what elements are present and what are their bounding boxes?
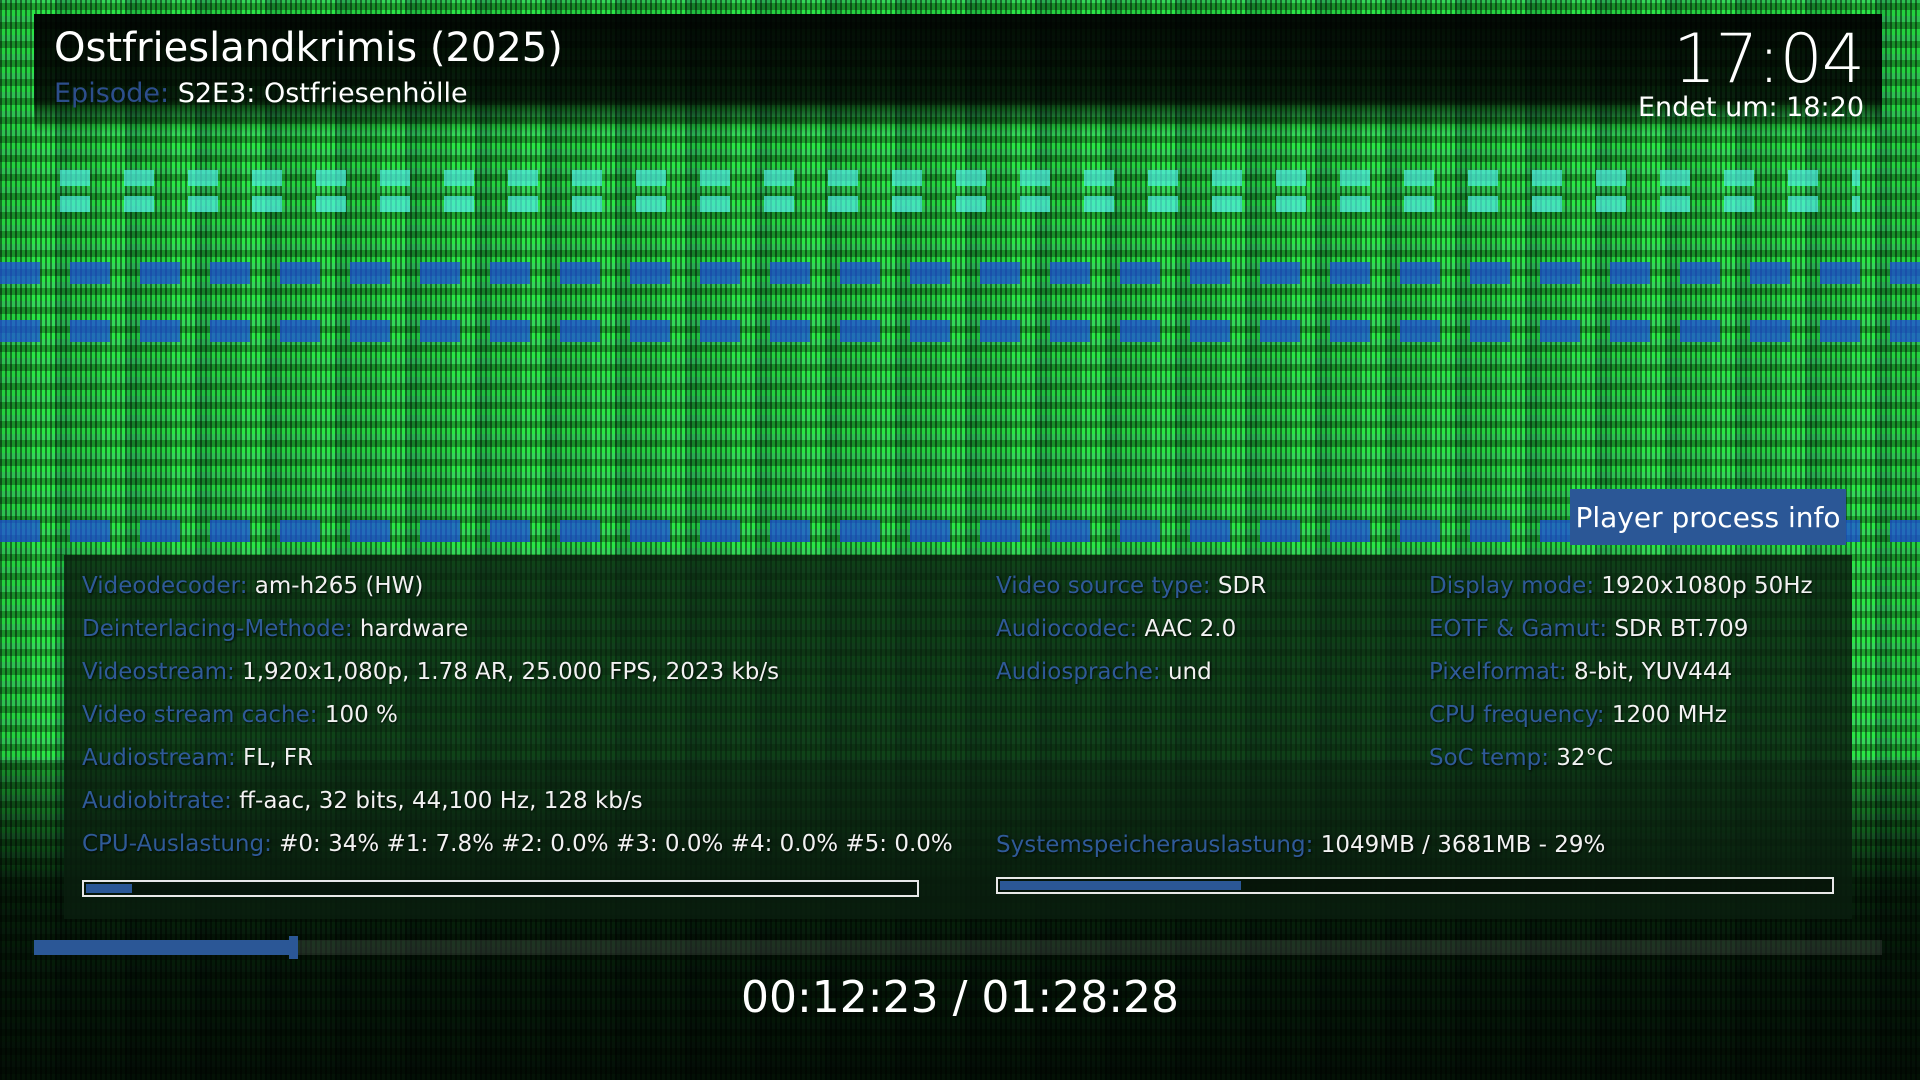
info-value: und (1167, 659, 1212, 685)
seek-bar-progress (34, 940, 293, 955)
episode-line: Episode: S2E3: Ostfriesenhölle (54, 78, 468, 109)
info-row-mid: Audiosprache: und (996, 659, 1212, 685)
player-process-info-title: Player process info (1570, 489, 1846, 545)
cpu-usage-fill (86, 884, 132, 893)
info-key: Display mode: (1429, 573, 1595, 599)
cpu-usage-bar (82, 880, 919, 897)
info-value: AAC 2.0 (1144, 616, 1237, 642)
memory-usage-key: Systemspeicherauslastung: (996, 832, 1314, 858)
info-key: Video source type: (996, 573, 1211, 599)
info-value: ff-aac, 32 bits, 44,100 Hz, 128 kb/s (239, 788, 643, 814)
info-header: Ostfrieslandkrimis (2025) Episode: S2E3:… (34, 14, 1882, 134)
info-key: Deinterlacing-Methode: (82, 616, 353, 642)
info-row-mid: Video source type: SDR (996, 573, 1266, 599)
info-key: Pixelformat: (1429, 659, 1567, 685)
episode-value: S2E3: Ostfriesenhölle (177, 78, 468, 109)
info-row-right: Display mode: 1920x1080p 50Hz (1429, 573, 1813, 599)
info-row-left: CPU-Auslastung: #0: 34% #1: 7.8% #2: 0.0… (82, 831, 953, 857)
playback-time: 00:12:23 / 01:28:28 (740, 972, 1180, 1023)
info-value: 1,920x1,080p, 1.78 AR, 25.000 FPS, 2023 … (242, 659, 780, 685)
memory-usage-value: 1049MB / 3681MB - 29% (1320, 832, 1606, 858)
info-value: FL, FR (243, 745, 313, 771)
memory-usage-fill (1000, 881, 1241, 890)
info-row-mid: Audiocodec: AAC 2.0 (996, 616, 1236, 642)
info-row-right: CPU frequency: 1200 MHz (1429, 702, 1727, 728)
clock: 17:04 (1673, 20, 1865, 99)
info-key: Video stream cache: (82, 702, 318, 728)
memory-usage-row: Systemspeicherauslastung: 1049MB / 3681M… (996, 832, 1605, 858)
info-value: 100 % (324, 702, 398, 728)
info-key: Audiosprache: (996, 659, 1161, 685)
info-row-left: Audiobitrate: ff-aac, 32 bits, 44,100 Hz… (82, 788, 643, 814)
info-value: SDR BT.709 (1614, 616, 1749, 642)
info-key: Videodecoder: (82, 573, 248, 599)
info-key: Audiocodec: (996, 616, 1138, 642)
info-key: EOTF & Gamut: (1429, 616, 1608, 642)
info-row-left: Video stream cache: 100 % (82, 702, 398, 728)
info-row-left: Audiostream: FL, FR (82, 745, 313, 771)
episode-label: Episode: (54, 78, 170, 109)
info-row-left: Videostream: 1,920x1,080p, 1.78 AR, 25.0… (82, 659, 779, 685)
info-row-right: EOTF & Gamut: SDR BT.709 (1429, 616, 1748, 642)
info-row-right: Pixelformat: 8-bit, YUV444 (1429, 659, 1732, 685)
info-key: Videostream: (82, 659, 235, 685)
info-value: am-h265 (HW) (254, 573, 424, 599)
info-value: 1920x1080p 50Hz (1601, 573, 1813, 599)
info-value: 32°C (1556, 745, 1614, 771)
info-value: #0: 34% #1: 7.8% #2: 0.0% #3: 0.0% #4: 0… (279, 831, 953, 857)
info-value: 8-bit, YUV444 (1574, 659, 1733, 685)
info-value: 1200 MHz (1611, 702, 1727, 728)
info-row-right: SoC temp: 32°C (1429, 745, 1613, 771)
memory-usage-bar (996, 877, 1834, 894)
ends-at: Endet um: 18:20 (1638, 92, 1864, 123)
info-row-left: Deinterlacing-Methode: hardware (82, 616, 468, 642)
info-value: hardware (359, 616, 469, 642)
info-row-left: Videodecoder: am-h265 (HW) (82, 573, 423, 599)
info-key: CPU-Auslastung: (82, 831, 272, 857)
seek-bar[interactable] (34, 936, 1882, 959)
seek-bar-handle[interactable] (288, 936, 298, 959)
info-key: Audiobitrate: (82, 788, 232, 814)
info-key: CPU frequency: (1429, 702, 1605, 728)
info-key: SoC temp: (1429, 745, 1549, 771)
info-key: Audiostream: (82, 745, 236, 771)
show-title: Ostfrieslandkrimis (2025) (54, 25, 563, 71)
player-process-info-panel: Videodecoder: am-h265 (HW) Deinterlacing-… (64, 555, 1852, 919)
info-value: SDR (1217, 573, 1267, 599)
